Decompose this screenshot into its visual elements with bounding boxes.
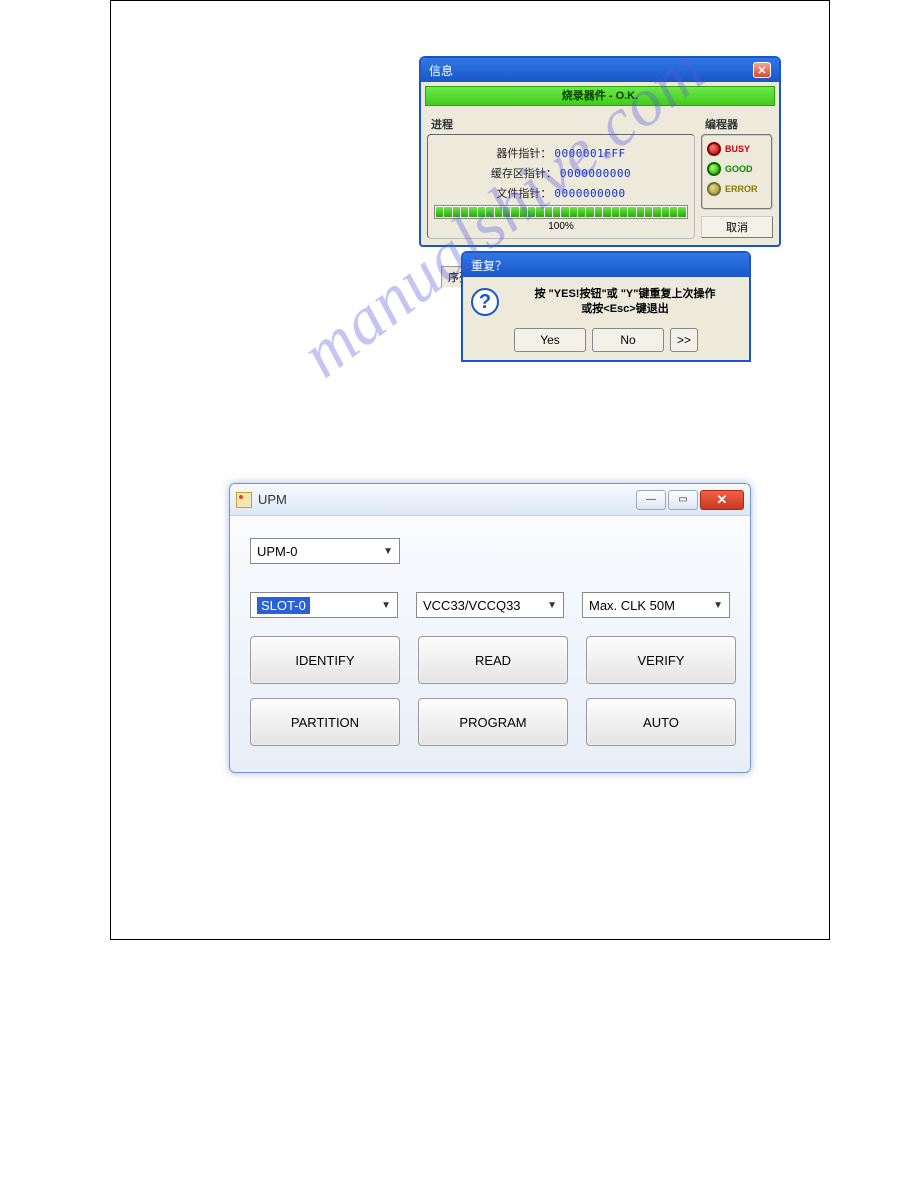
upm-body: UPM-0 ▼ SLOT-0 ▼ VCC33/VCCQ33 ▼ Max. CLK… bbox=[230, 516, 750, 772]
led-busy-icon bbox=[707, 142, 721, 156]
device-combo[interactable]: UPM-0 ▼ bbox=[250, 538, 400, 564]
device-combo-value: UPM-0 bbox=[257, 544, 297, 559]
clk-combo-value: Max. CLK 50M bbox=[589, 598, 675, 613]
maximize-icon: ▭ bbox=[678, 494, 687, 505]
confirm-body: ? 按 "YES!按钮"或 "Y"键重复上次操作 或按<Esc>键退出 Yes … bbox=[463, 277, 749, 360]
info-body: 进程 器件指针： 0000001FFF 缓存区指针： 0000000000 文件… bbox=[421, 110, 779, 245]
progress-bar bbox=[434, 205, 688, 219]
vcc-combo-value: VCC33/VCCQ33 bbox=[423, 598, 521, 613]
programmer-label: 编程器 bbox=[705, 116, 773, 132]
led-error-icon bbox=[707, 182, 721, 196]
progress-box: 器件指针： 0000001FFF 缓存区指针： 0000000000 文件指针：… bbox=[427, 134, 695, 239]
device-pointer-label: 器件指针： bbox=[496, 148, 551, 160]
program-button[interactable]: PROGRAM bbox=[418, 698, 568, 746]
upm-window: UPM — ▭ ✕ UPM-0 ▼ SLOT-0 ▼ VCC33/VCCQ33 … bbox=[229, 483, 751, 773]
info-dialog: 信息 ✕ 烧录器件 - O.K. 进程 器件指针： 0000001FFF 缓存区… bbox=[419, 56, 781, 247]
buffer-pointer-value: 0000000000 bbox=[560, 167, 631, 180]
status-ok-bar: 烧录器件 - O.K. bbox=[425, 86, 775, 106]
identify-button[interactable]: IDENTIFY bbox=[250, 636, 400, 684]
vcc-combo[interactable]: VCC33/VCCQ33 ▼ bbox=[416, 592, 564, 618]
chevron-down-icon: ▼ bbox=[547, 600, 557, 611]
upm-title-text: UPM bbox=[258, 492, 287, 507]
auto-button[interactable]: AUTO bbox=[586, 698, 736, 746]
progress-label: 进程 bbox=[431, 116, 695, 132]
device-pointer-row: 器件指针： 0000001FFF bbox=[434, 145, 688, 161]
yes-button[interactable]: Yes bbox=[514, 328, 586, 352]
minimize-button[interactable]: — bbox=[636, 490, 666, 510]
chevron-down-icon: ▼ bbox=[381, 600, 391, 611]
verify-button[interactable]: VERIFY bbox=[586, 636, 736, 684]
file-pointer-value: 0000000000 bbox=[554, 187, 625, 200]
led-busy-row: BUSY bbox=[707, 142, 767, 156]
upm-titlebar[interactable]: UPM — ▭ ✕ bbox=[230, 484, 750, 516]
close-icon[interactable]: ✕ bbox=[753, 62, 771, 78]
page-frame: 信息 ✕ 烧录器件 - O.K. 进程 器件指针： 0000001FFF 缓存区… bbox=[110, 0, 830, 940]
minimize-icon: — bbox=[646, 494, 656, 505]
programmer-panel: 编程器 BUSY GOOD ERROR 取消 bbox=[701, 116, 773, 239]
led-good-icon bbox=[707, 162, 721, 176]
button-grid: IDENTIFY READ VERIFY PARTITION PROGRAM A… bbox=[250, 636, 730, 746]
clk-combo[interactable]: Max. CLK 50M ▼ bbox=[582, 592, 730, 618]
combo-row: SLOT-0 ▼ VCC33/VCCQ33 ▼ Max. CLK 50M ▼ bbox=[250, 592, 730, 618]
chevron-down-icon: ▼ bbox=[713, 600, 723, 611]
cancel-button[interactable]: 取消 bbox=[701, 216, 773, 238]
close-icon: ✕ bbox=[717, 492, 728, 508]
upm-app-icon bbox=[236, 492, 252, 508]
progress-percent: 100% bbox=[434, 221, 688, 232]
confirm-dialog: 重复？ ? 按 "YES!按钮"或 "Y"键重复上次操作 或按<Esc>键退出 … bbox=[461, 251, 751, 362]
buffer-pointer-label: 缓存区指针： bbox=[491, 168, 557, 180]
file-pointer-row: 文件指针： 0000000000 bbox=[434, 185, 688, 201]
partition-button[interactable]: PARTITION bbox=[250, 698, 400, 746]
read-button[interactable]: READ bbox=[418, 636, 568, 684]
more-button[interactable]: >> bbox=[670, 328, 698, 352]
led-error-label: ERROR bbox=[725, 184, 758, 194]
led-error-row: ERROR bbox=[707, 182, 767, 196]
info-title-text: 信息 bbox=[429, 62, 453, 79]
confirm-title-text: 重复？ bbox=[471, 259, 507, 273]
info-titlebar[interactable]: 信息 ✕ bbox=[421, 58, 779, 82]
close-button[interactable]: ✕ bbox=[700, 490, 744, 510]
confirm-message-row: ? 按 "YES!按钮"或 "Y"键重复上次操作 或按<Esc>键退出 bbox=[471, 287, 741, 318]
maximize-button[interactable]: ▭ bbox=[668, 490, 698, 510]
no-button[interactable]: No bbox=[592, 328, 664, 352]
confirm-button-row: Yes No >> bbox=[471, 328, 741, 352]
chevron-down-icon: ▼ bbox=[383, 546, 393, 557]
progress-panel: 进程 器件指针： 0000001FFF 缓存区指针： 0000000000 文件… bbox=[427, 116, 695, 239]
buffer-pointer-row: 缓存区指针： 0000000000 bbox=[434, 165, 688, 181]
led-box: BUSY GOOD ERROR bbox=[701, 134, 773, 210]
question-icon: ? bbox=[471, 288, 499, 316]
window-controls: — ▭ ✕ bbox=[636, 490, 744, 510]
device-pointer-value: 0000001FFF bbox=[554, 147, 625, 160]
file-pointer-label: 文件指针： bbox=[496, 188, 551, 200]
led-good-label: GOOD bbox=[725, 164, 753, 174]
confirm-message: 按 "YES!按钮"或 "Y"键重复上次操作 或按<Esc>键退出 bbox=[509, 287, 741, 318]
confirm-msg-line1: 按 "YES!按钮"或 "Y"键重复上次操作 bbox=[535, 288, 716, 300]
slot-combo-value: SLOT-0 bbox=[257, 597, 310, 614]
slot-combo[interactable]: SLOT-0 ▼ bbox=[250, 592, 398, 618]
confirm-titlebar[interactable]: 重复？ bbox=[463, 253, 749, 277]
confirm-msg-line2: 或按<Esc>键退出 bbox=[581, 303, 668, 315]
led-good-row: GOOD bbox=[707, 162, 767, 176]
led-busy-label: BUSY bbox=[725, 144, 750, 154]
